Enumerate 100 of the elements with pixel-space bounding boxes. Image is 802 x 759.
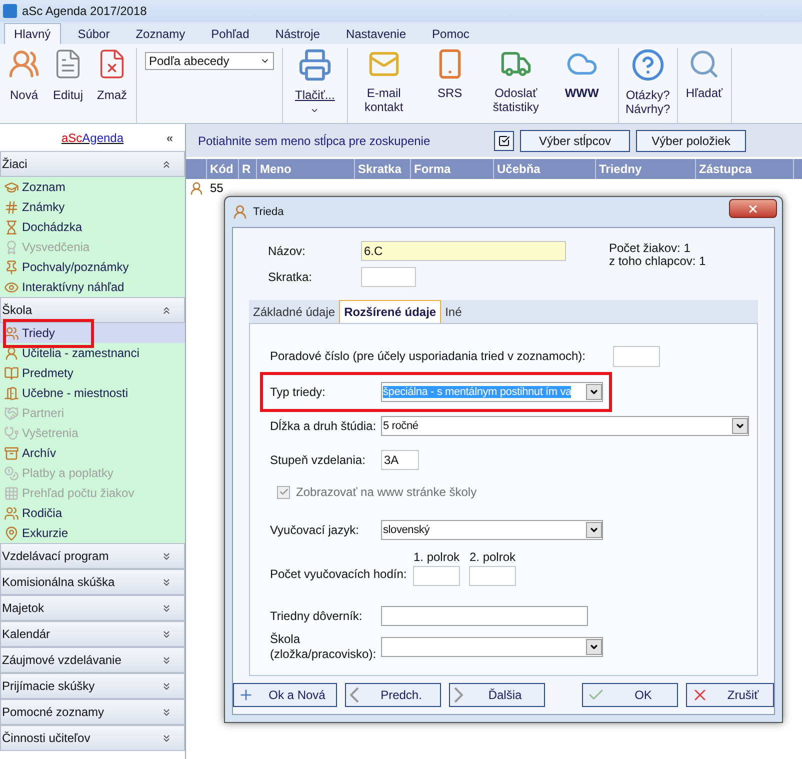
- field-label: Stupeň vzdelania:: [270, 452, 366, 468]
- hours-field[interactable]: [469, 566, 516, 586]
- sort-dropdown[interactable]: Podľa abecedy: [145, 52, 274, 70]
- menu-tab[interactable]: Nastavenie: [336, 23, 416, 44]
- checkbox-label: Zobrazovať na www stránke školy: [296, 484, 477, 501]
- people-icon: [8, 48, 40, 80]
- dialog-button[interactable]: Ďalšia: [448, 683, 544, 707]
- dialog-tab[interactable]: Základné údaje: [249, 300, 340, 323]
- column-label: 1. polrok: [413, 549, 460, 566]
- item-icon: [4, 506, 19, 520]
- expand-icon: [161, 680, 172, 692]
- hours-field[interactable]: [413, 566, 460, 586]
- sidebar-item[interactable]: Známky: [0, 197, 185, 217]
- printer-icon: [298, 48, 332, 82]
- app-icon: [3, 4, 17, 18]
- dialog-button[interactable]: Predch.: [344, 683, 441, 707]
- dialog-icon: [232, 204, 248, 220]
- item-icon: [4, 180, 19, 194]
- menu-tab[interactable]: Pohľad: [202, 23, 258, 44]
- item-icon: [4, 486, 19, 500]
- field-label: Škola (zložka/pracovisko):: [270, 632, 378, 662]
- dropdown-field[interactable]: slovenský: [381, 520, 603, 540]
- section-header[interactable]: Komisionálna skúška: [0, 569, 185, 595]
- dropdown-field[interactable]: [381, 637, 603, 657]
- checkbox-toggle-button[interactable]: [494, 130, 514, 150]
- ribbon-button[interactable]: SRS: [418, 48, 482, 123]
- field-label: Typ triedy:: [270, 384, 326, 400]
- app-logo-link[interactable]: aScAgenda: [61, 128, 124, 146]
- ribbon-button[interactable]: Zmaž: [92, 48, 132, 123]
- toolbar-button[interactable]: Výber stĺpcov: [520, 130, 630, 152]
- text-field[interactable]: [381, 606, 588, 626]
- expand-icon: [161, 732, 172, 744]
- dialog-button[interactable]: OK: [582, 683, 678, 707]
- name-field[interactable]: 6.C: [361, 241, 566, 261]
- text-field[interactable]: 3A: [381, 450, 419, 470]
- help-icon: [630, 48, 665, 82]
- ribbon-button[interactable]: Nová: [4, 48, 44, 123]
- item-icon: [4, 200, 19, 214]
- ribbon-button[interactable]: WWW: [550, 48, 614, 123]
- item-icon: [4, 386, 19, 400]
- section-header[interactable]: Kalendár: [0, 621, 185, 647]
- section-header[interactable]: Prijímacie skúšky: [0, 673, 185, 699]
- section-header[interactable]: Žiaci: [0, 151, 185, 177]
- toolbar-button[interactable]: Výber položiek: [636, 130, 746, 152]
- expand-icon: [161, 654, 172, 666]
- help-button[interactable]: Otázky? Návrhy?: [622, 48, 673, 116]
- chevron-right-icon: [454, 687, 462, 703]
- menu-tab[interactable]: Nástroje: [266, 23, 329, 44]
- sidebar-item[interactable]: Exkurzie: [0, 523, 185, 543]
- dropdown-field[interactable]: 5 ročné: [381, 416, 749, 436]
- menu-tab[interactable]: Zoznamy: [126, 23, 194, 44]
- stats-text: Počet žiakov: 1: [609, 242, 692, 255]
- expand-icon: [161, 550, 172, 562]
- collapse-sidebar-button[interactable]: «: [166, 128, 173, 146]
- section-header[interactable]: Škola: [0, 297, 185, 323]
- dialog-tab[interactable]: Rozšírené údaje: [339, 300, 442, 323]
- sidebar-item[interactable]: Dochádzka: [0, 217, 185, 237]
- plus-icon: [238, 687, 254, 703]
- table-cell-text: 55: [209, 180, 224, 197]
- search-button[interactable]: Hľadať: [682, 48, 727, 100]
- dialog-tab[interactable]: Iné: [441, 300, 466, 323]
- section-header[interactable]: Pomocné zoznamy: [0, 699, 185, 725]
- sidebar-item[interactable]: Triedy: [0, 323, 185, 343]
- sidebar-item[interactable]: Učitelia - zamestnanci: [0, 343, 185, 363]
- field-label: Názov:: [268, 243, 306, 260]
- window-title: aSc Agenda 2017/2018: [22, 3, 147, 20]
- close-button[interactable]: [729, 199, 777, 218]
- item-icon: [4, 446, 19, 460]
- column-label: 2. polrok: [469, 549, 516, 566]
- item-icon: [4, 466, 19, 480]
- expand-icon: [161, 602, 172, 614]
- caret-icon: [310, 106, 320, 115]
- sidebar-item[interactable]: Predmety: [0, 363, 185, 383]
- menu-tab[interactable]: Súbor: [68, 23, 119, 44]
- stats-text: z toho chlapcov: 1: [609, 255, 706, 268]
- dialog-button[interactable]: Ok a Nová: [233, 683, 337, 707]
- field-label: Triedny dôverník:: [270, 608, 364, 624]
- ribbon-button[interactable]: E-mail kontakt: [352, 48, 416, 123]
- sidebar-item[interactable]: Interaktívny náhľad: [0, 277, 185, 297]
- menu-tab[interactable]: Hlavný: [4, 23, 61, 44]
- sidebar-item[interactable]: Zoznam: [0, 177, 185, 197]
- item-icon: [4, 366, 19, 380]
- expand-icon: [161, 628, 172, 640]
- print-button[interactable]: Tlačiť...: [291, 48, 339, 115]
- ribbon-button[interactable]: Edituj: [48, 48, 88, 123]
- sidebar-item[interactable]: Archív: [0, 443, 185, 463]
- menu-tab[interactable]: Pomoc: [423, 23, 478, 44]
- order-number-field[interactable]: [613, 346, 660, 366]
- section-header[interactable]: Majetok: [0, 595, 185, 621]
- sidebar-item[interactable]: Rodičia: [0, 503, 185, 523]
- sidebar-item[interactable]: Učebne - miestnosti: [0, 383, 185, 403]
- sidebar-item[interactable]: Pochvaly/poznámky: [0, 257, 185, 277]
- ribbon-button[interactable]: Odoslať štatistiky: [484, 48, 548, 123]
- section-header[interactable]: Vzdelávací program: [0, 543, 185, 569]
- item-icon: [4, 240, 19, 254]
- section-header[interactable]: Činnosti učiteľov: [0, 725, 185, 751]
- short-name-field[interactable]: [361, 267, 416, 287]
- search-icon: [688, 48, 720, 80]
- section-header[interactable]: Záujmové vzdelávanie: [0, 647, 185, 673]
- dialog-button[interactable]: Zrušiť: [686, 683, 774, 707]
